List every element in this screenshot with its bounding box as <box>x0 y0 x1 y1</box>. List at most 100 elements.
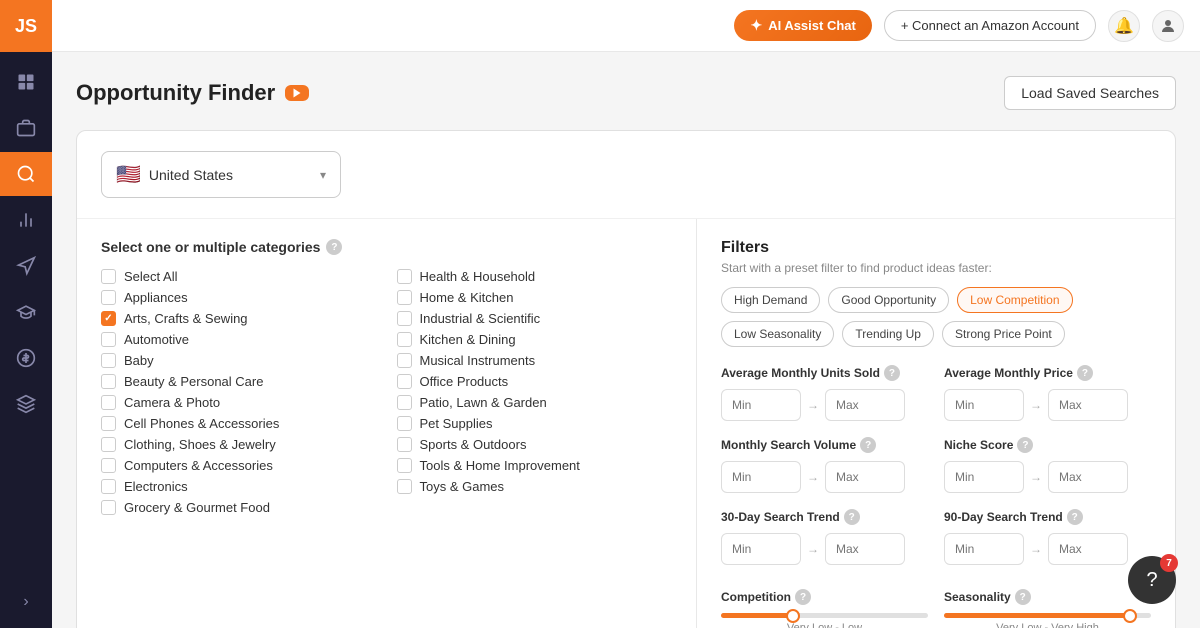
connect-amazon-button[interactable]: + Connect an Amazon Account <box>884 10 1096 41</box>
checkbox-baby[interactable] <box>101 353 116 368</box>
checkbox-kitchen[interactable] <box>397 332 412 347</box>
category-item-electronics[interactable]: Electronics <box>101 479 377 494</box>
checkbox-select-all[interactable] <box>101 269 116 284</box>
min-input-90-day-trend[interactable] <box>944 533 1024 565</box>
max-input-avg-monthly-price[interactable] <box>1048 389 1128 421</box>
sidebar-item-education[interactable] <box>0 290 52 334</box>
category-item-pet[interactable]: Pet Supplies <box>397 416 673 431</box>
category-item-automotive[interactable]: Automotive <box>101 332 377 347</box>
checkbox-beauty[interactable] <box>101 374 116 389</box>
min-input-avg-monthly-units[interactable] <box>721 389 801 421</box>
sidebar-expand-button[interactable]: › <box>0 584 52 620</box>
filter-label-90-day-trend: 90-Day Search Trend ? <box>944 509 1151 525</box>
help-icon-30-day-trend[interactable]: ? <box>844 509 860 525</box>
category-item-camera[interactable]: Camera & Photo <box>101 395 377 410</box>
category-item-baby[interactable]: Baby <box>101 353 377 368</box>
max-input-30-day-trend[interactable] <box>825 533 905 565</box>
category-item-appliances[interactable]: Appliances <box>101 290 377 305</box>
video-icon[interactable] <box>285 85 309 101</box>
help-icon-90-day-trend[interactable]: ? <box>1067 509 1083 525</box>
category-item-patio[interactable]: Patio, Lawn & Garden <box>397 395 673 410</box>
category-item-toys[interactable]: Toys & Games <box>397 479 673 494</box>
filter-label-avg-monthly-price: Average Monthly Price ? <box>944 365 1151 381</box>
filter-tag-good-opportunity[interactable]: Good Opportunity <box>828 287 949 313</box>
sidebar-item-products[interactable] <box>0 106 52 150</box>
checkbox-office[interactable] <box>397 374 412 389</box>
load-saved-searches-button[interactable]: Load Saved Searches <box>1004 76 1176 110</box>
categories-help-icon[interactable]: ? <box>326 239 342 255</box>
help-bubble[interactable]: ? 7 <box>1128 556 1176 604</box>
min-input-niche-score[interactable] <box>944 461 1024 493</box>
max-input-niche-score[interactable] <box>1048 461 1128 493</box>
sidebar-item-analytics[interactable] <box>0 198 52 242</box>
category-item-computers[interactable]: Computers & Accessories <box>101 458 377 473</box>
category-item-grocery[interactable]: Grocery & Gourmet Food <box>101 500 377 515</box>
slider-thumb-competition[interactable] <box>786 609 800 623</box>
min-input-monthly-search-volume[interactable] <box>721 461 801 493</box>
checkbox-electronics[interactable] <box>101 479 116 494</box>
max-input-90-day-trend[interactable] <box>1048 533 1128 565</box>
category-item-select-all[interactable]: Select All <box>101 269 377 284</box>
category-item-musical[interactable]: Musical Instruments <box>397 353 673 368</box>
checkbox-arts-crafts[interactable] <box>101 311 116 326</box>
checkbox-patio[interactable] <box>397 395 412 410</box>
checkbox-computers[interactable] <box>101 458 116 473</box>
max-input-avg-monthly-units[interactable] <box>825 389 905 421</box>
sidebar-item-opportunity[interactable] <box>0 152 52 196</box>
category-item-beauty[interactable]: Beauty & Personal Care <box>101 374 377 389</box>
min-input-avg-monthly-price[interactable] <box>944 389 1024 421</box>
category-item-arts-crafts[interactable]: Arts, Crafts & Sewing <box>101 311 377 326</box>
sidebar-item-hat[interactable] <box>0 382 52 426</box>
category-item-clothing[interactable]: Clothing, Shoes & Jewelry <box>101 437 377 452</box>
checkbox-appliances[interactable] <box>101 290 116 305</box>
sidebar-item-dashboard[interactable] <box>0 60 52 104</box>
checkbox-pet[interactable] <box>397 416 412 431</box>
notification-bell[interactable]: 🔔 <box>1108 10 1140 42</box>
filter-group-niche-score: Niche Score ?→ <box>944 437 1151 493</box>
filter-tag-strong-price[interactable]: Strong Price Point <box>942 321 1065 347</box>
filter-tag-trending-up[interactable]: Trending Up <box>842 321 934 347</box>
filter-tag-high-demand[interactable]: High Demand <box>721 287 820 313</box>
slider-track-competition[interactable] <box>721 613 928 618</box>
category-item-office[interactable]: Office Products <box>397 374 673 389</box>
checkbox-clothing[interactable] <box>101 437 116 452</box>
checkbox-cell-phones[interactable] <box>101 416 116 431</box>
checkbox-home-kitchen[interactable] <box>397 290 412 305</box>
filter-tag-low-seasonality[interactable]: Low Seasonality <box>721 321 834 347</box>
checkbox-tools[interactable] <box>397 458 412 473</box>
help-icon-slider-seasonality[interactable]: ? <box>1015 589 1031 605</box>
checkbox-sports[interactable] <box>397 437 412 452</box>
category-item-sports[interactable]: Sports & Outdoors <box>397 437 673 452</box>
category-item-industrial[interactable]: Industrial & Scientific <box>397 311 673 326</box>
user-avatar[interactable] <box>1152 10 1184 42</box>
help-icon-niche-score[interactable]: ? <box>1017 437 1033 453</box>
slider-thumb-seasonality[interactable] <box>1123 609 1137 623</box>
category-item-health[interactable]: Health & Household <box>397 269 673 284</box>
checkbox-musical[interactable] <box>397 353 412 368</box>
header: ✦ AI Assist Chat + Connect an Amazon Acc… <box>52 0 1200 52</box>
checkbox-camera[interactable] <box>101 395 116 410</box>
checkbox-toys[interactable] <box>397 479 412 494</box>
checkbox-health[interactable] <box>397 269 412 284</box>
slider-track-seasonality[interactable] <box>944 613 1151 618</box>
category-item-kitchen[interactable]: Kitchen & Dining <box>397 332 673 347</box>
ai-assist-button[interactable]: ✦ AI Assist Chat <box>734 10 871 41</box>
sidebar-item-money[interactable] <box>0 336 52 380</box>
help-icon-avg-monthly-units[interactable]: ? <box>884 365 900 381</box>
sidebar-item-campaigns[interactable] <box>0 244 52 288</box>
help-icon-avg-monthly-price[interactable]: ? <box>1077 365 1093 381</box>
min-input-30-day-trend[interactable] <box>721 533 801 565</box>
max-input-monthly-search-volume[interactable] <box>825 461 905 493</box>
category-right-col: Health & Household Home & Kitchen Industri… <box>397 269 673 515</box>
help-icon-slider-competition[interactable]: ? <box>795 589 811 605</box>
category-item-home-kitchen[interactable]: Home & Kitchen <box>397 290 673 305</box>
category-item-tools[interactable]: Tools & Home Improvement <box>397 458 673 473</box>
checkbox-automotive[interactable] <box>101 332 116 347</box>
checkbox-industrial[interactable] <box>397 311 412 326</box>
country-select[interactable]: 🇺🇸 United States ▾ <box>101 151 341 198</box>
category-item-cell-phones[interactable]: Cell Phones & Accessories <box>101 416 377 431</box>
checkbox-grocery[interactable] <box>101 500 116 515</box>
help-icon-monthly-search-volume[interactable]: ? <box>860 437 876 453</box>
two-col-layout: Select one or multiple categories ? Sele… <box>77 219 1175 628</box>
filter-tag-low-competition[interactable]: Low Competition <box>957 287 1072 313</box>
